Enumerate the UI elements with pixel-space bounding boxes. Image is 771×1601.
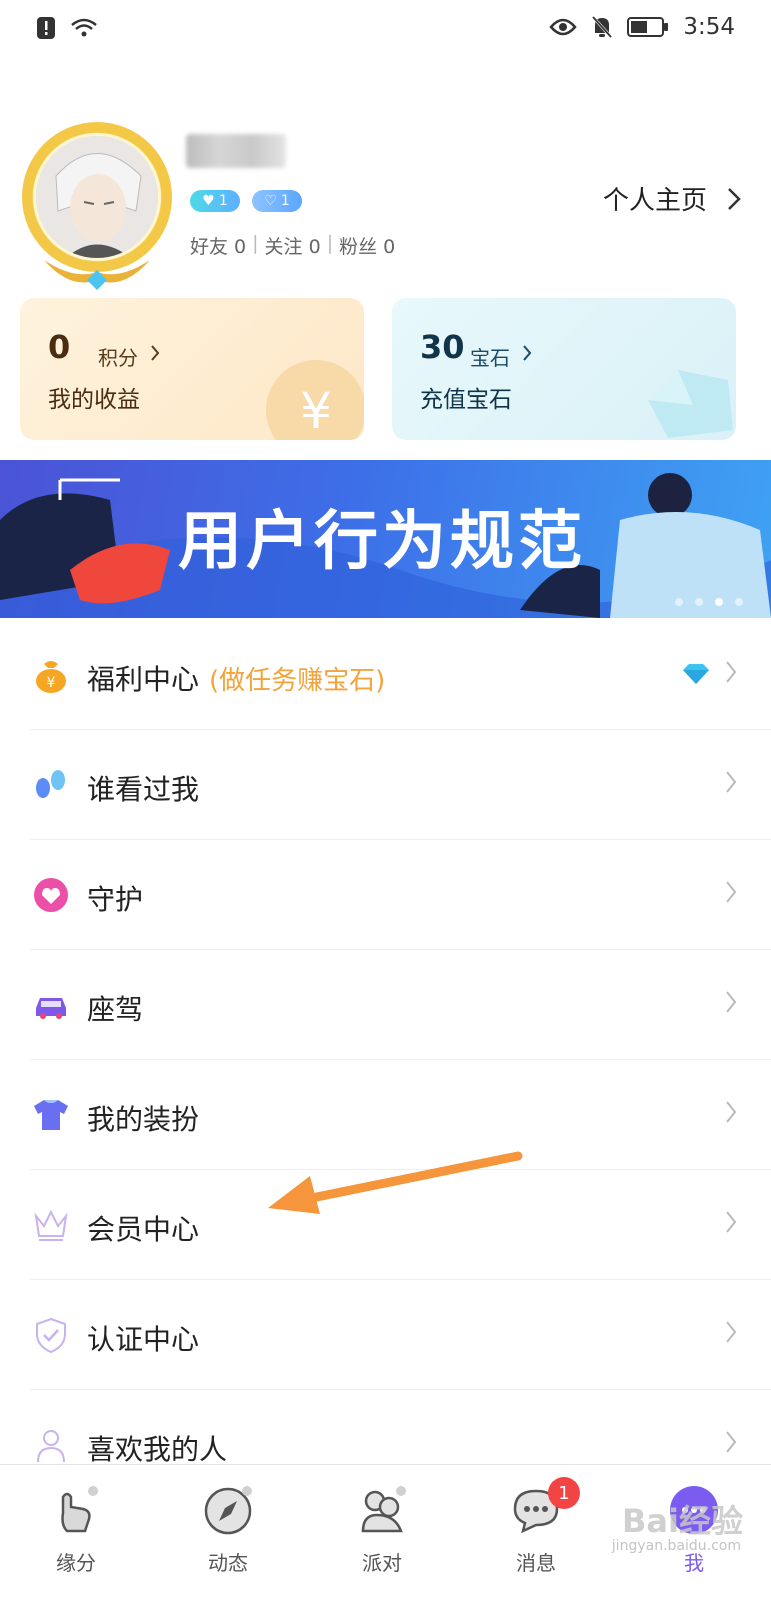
chevron-right-icon	[151, 345, 160, 361]
avatar-image	[36, 136, 158, 258]
carousel-dot[interactable]	[675, 598, 683, 606]
banner-carousel[interactable]: 用户行为规范	[0, 460, 771, 618]
chevron-right-icon	[726, 1321, 737, 1343]
chevron-right-icon	[728, 187, 741, 210]
menu-item-who-viewed-me[interactable]: 谁看过我	[0, 730, 771, 840]
chevron-right-icon	[726, 881, 737, 903]
money-bag-icon: ¥	[36, 661, 66, 693]
menu-item-verification-center[interactable]: 认证中心	[0, 1280, 771, 1390]
recharge-gems-label: 充值宝石	[420, 387, 512, 413]
menu-item-label: 福利中心 (做任务赚宝石)	[87, 663, 386, 696]
points-unit: 积分	[98, 346, 138, 370]
svg-text:¥: ¥	[300, 382, 332, 440]
heart-icon: ♥	[202, 193, 215, 209]
menu-item-label: 守护	[87, 883, 144, 916]
status-time: 3:54	[683, 14, 735, 40]
people-icon	[361, 1486, 406, 1533]
watermark-url: jingyan.baidu.com	[611, 1538, 741, 1554]
eye-icon	[549, 18, 577, 36]
tab-label: 消息	[516, 1551, 556, 1575]
menu-item-guard[interactable]: 守护	[0, 840, 771, 950]
level-badges: ♥ 1 ♡ 1	[190, 190, 302, 212]
chevron-right-icon	[726, 1101, 737, 1123]
status-right: 3:54	[549, 14, 735, 40]
alert-icon	[37, 17, 55, 39]
yuan-coin-icon: ¥	[266, 360, 364, 440]
wifi-icon	[71, 18, 97, 37]
earnings-card[interactable]: 0 积分 我的收益 ¥	[20, 298, 364, 440]
friends-count[interactable]: 好友 0	[190, 232, 246, 259]
watermark: Bai经验	[622, 1502, 743, 1540]
tshirt-icon	[34, 1100, 68, 1130]
svg-text:¥: ¥	[47, 675, 56, 691]
chevron-right-icon	[726, 991, 737, 1013]
avatar[interactable]	[22, 122, 172, 290]
menu-item-label: 座驾	[87, 993, 144, 1026]
menu-item-label: 会员中心	[87, 1213, 200, 1246]
menu-item-vehicle[interactable]: 座驾	[0, 950, 771, 1060]
tab-messages[interactable]: 1 消息	[476, 1475, 596, 1576]
banner-title: 用户行为规范	[178, 505, 586, 579]
status-left-icons	[36, 16, 98, 40]
tab-moments[interactable]: 动态	[168, 1475, 288, 1576]
battery-icon	[627, 17, 669, 37]
status-bar: 3:54	[0, 0, 771, 58]
carousel-dots	[675, 598, 743, 606]
chevron-right-icon	[726, 1431, 737, 1453]
tab-fate[interactable]: 缘分	[16, 1475, 136, 1576]
footprints-icon	[36, 770, 65, 798]
chevron-right-icon	[523, 345, 532, 361]
shield-check-icon	[36, 1317, 66, 1354]
heart-outline-icon: ♡	[264, 193, 277, 209]
menu-item-label: 认证中心	[87, 1323, 200, 1356]
hand-heart-icon	[61, 1486, 98, 1533]
compass-icon	[204, 1486, 252, 1535]
menu-item-hint: (做任务赚宝石)	[209, 666, 386, 696]
chevron-right-icon	[726, 771, 737, 793]
points-value: 0	[48, 328, 71, 366]
menu-item-label: 谁看过我	[87, 773, 200, 806]
person-heart-icon	[37, 1430, 65, 1463]
heart-shield-icon	[34, 878, 68, 912]
annotation-arrow-icon	[268, 1151, 523, 1214]
tab-label: 派对	[362, 1551, 402, 1575]
homepage-link[interactable]: 个人主页	[603, 180, 741, 217]
gems-value: 30	[420, 328, 465, 366]
chevron-right-icon	[726, 661, 737, 683]
fans-count[interactable]: 粉丝 0	[339, 232, 395, 259]
carousel-dot[interactable]	[695, 598, 703, 606]
message-count-badge: 1	[548, 1477, 580, 1509]
carousel-dot[interactable]	[735, 598, 743, 606]
diamond-icon	[683, 664, 709, 684]
homepage-label: 个人主页	[602, 186, 707, 216]
diamond-icon	[648, 370, 733, 438]
avatar-frame-wings-icon	[44, 260, 150, 290]
level-badge-heart-outline: ♡ 1	[252, 190, 302, 212]
nickname-blurred	[186, 134, 286, 168]
following-count[interactable]: 关注 0	[265, 232, 321, 259]
tab-label: 缘分	[56, 1551, 96, 1575]
bell-muted-icon	[592, 15, 613, 39]
tab-party[interactable]: 派对	[322, 1475, 442, 1576]
level-badge-heart: ♥ 1	[190, 190, 240, 212]
menu-item-welfare-center[interactable]: ¥ 福利中心 (做任务赚宝石)	[0, 620, 771, 730]
car-icon	[36, 998, 66, 1019]
gems-card[interactable]: 30 宝石 充值宝石	[392, 298, 736, 440]
menu-item-label: 我的装扮	[87, 1103, 200, 1136]
tab-label: 动态	[208, 1551, 248, 1575]
crown-icon	[34, 1209, 68, 1241]
gems-unit: 宝石	[470, 346, 510, 370]
menu-item-label: 喜欢我的人	[87, 1433, 228, 1466]
earnings-label: 我的收益	[48, 387, 140, 413]
social-stats: 好友 0 | 关注 0 | 粉丝 0	[190, 232, 396, 259]
chevron-right-icon	[726, 1211, 737, 1233]
menu-list: ¥ 福利中心 (做任务赚宝石) 谁看过我 守护 座驾 我的装扮 会员中心 认证中心	[0, 620, 771, 1500]
carousel-dot[interactable]	[715, 598, 723, 606]
